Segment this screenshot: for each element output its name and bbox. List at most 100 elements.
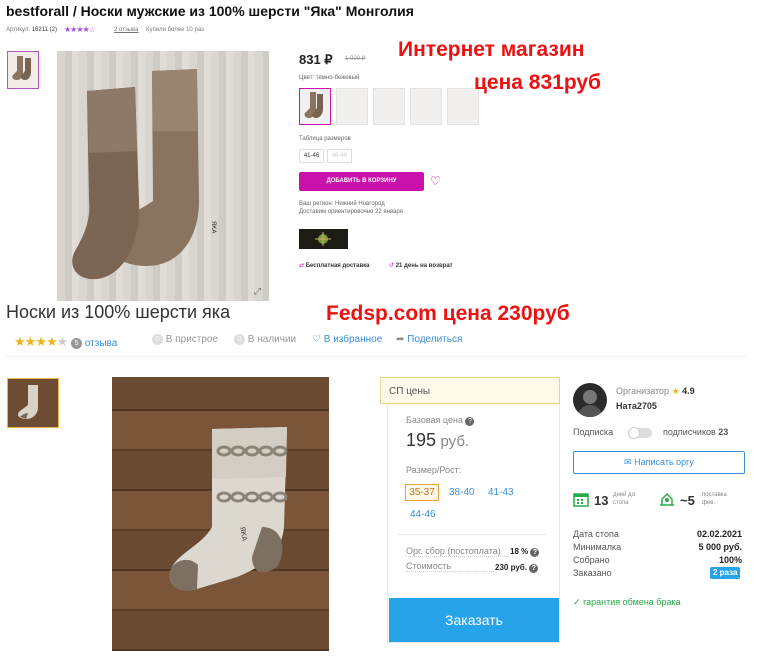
product-photo[interactable]: ЯКА ⤢: [57, 51, 269, 301]
gallery-thumbnail[interactable]: [7, 51, 39, 89]
guarantee-label: гарантия обмена брака: [583, 597, 681, 607]
delivery-caption: поставка фев.: [702, 491, 727, 507]
organizer-label: Организатор: [616, 386, 670, 396]
reviews-link[interactable]: 2 отзыва: [114, 27, 138, 33]
return-label: 21 день на возврат: [395, 263, 453, 269]
subscribers-label: подписчиков: [663, 427, 716, 437]
divider: [6, 356, 746, 357]
star-empty-icon: ★: [56, 334, 69, 349]
zoom-icon[interactable]: ⤢: [254, 286, 261, 297]
stat-label: Дата стопа: [573, 529, 619, 539]
info-icon[interactable]: ?: [530, 548, 540, 557]
org-fee-value: 18 %: [510, 547, 529, 556]
stock-label: В наличии: [247, 334, 297, 346]
size-label: Размер/Рост:: [406, 465, 462, 475]
info-icon[interactable]: ?: [529, 564, 539, 573]
cost-label: Стоимость: [406, 561, 494, 572]
fedsp-product-title: Носки из 100% шерсти яка: [6, 302, 231, 322]
subscribe-toggle[interactable]: [628, 427, 652, 439]
reviews-count-badge: 5: [71, 337, 83, 349]
favorites-label: В избранное: [323, 334, 383, 345]
color-swatch[interactable]: [336, 88, 368, 125]
stock-count-badge: 0: [234, 334, 245, 345]
return-info-row: ↺ 21 день на возврат: [389, 262, 453, 269]
wb-old-price: 1 000 ₽: [345, 56, 366, 62]
size-table-link[interactable]: Таблица размеров: [299, 136, 351, 142]
pristroy-label: В пристрое: [165, 334, 219, 346]
subscribers-row: подписчиков 23: [663, 427, 728, 437]
stat-label: Заказано: [573, 568, 612, 578]
write-organizer-button[interactable]: ✉ Написать оргу: [573, 451, 745, 474]
size-option[interactable]: 41-46: [299, 149, 324, 163]
color-swatch-selected[interactable]: [299, 88, 331, 125]
base-price-unit: руб.: [440, 433, 470, 450]
size-option-selected[interactable]: 35-37: [405, 484, 439, 501]
share-label: Поделиться: [407, 334, 463, 345]
delivery-line: Доставим ориентировочно 22 января: [299, 209, 403, 215]
pristroy-link[interactable]: 0 В пристрое: [152, 334, 218, 345]
days-to-stop-label2: стопа: [613, 500, 629, 506]
gallery-thumbnail[interactable]: [7, 378, 59, 428]
sp-prices-tag: СП цены: [380, 377, 560, 404]
annotation-shop-line2: цена 831руб: [474, 71, 602, 94]
base-price-row: 195 руб.: [406, 430, 469, 451]
days-to-stop-label1: дней до: [613, 492, 636, 498]
check-circle-icon: ✓: [573, 597, 581, 607]
subscribers-count: 23: [718, 427, 729, 437]
delivery-icon: [658, 491, 676, 507]
product-photo[interactable]: ЯКА: [112, 377, 329, 651]
color-swatch[interactable]: [373, 88, 405, 125]
color-swatch[interactable]: [410, 88, 442, 125]
delivery-label1: поставка: [702, 492, 727, 498]
article-row: Артикул: 16211 (2): [6, 27, 57, 33]
delivery-info-row: ⇄ Бесплатная доставка: [299, 262, 370, 269]
size-option[interactable]: 44-46: [410, 509, 436, 520]
base-price-label: Базовая цена: [406, 415, 463, 425]
stat-value: 100%: [718, 555, 742, 565]
ordered-count-badge: 2 раза: [710, 567, 741, 579]
star-icon: ★: [671, 386, 680, 396]
rating-row: ★★★★★ 5 отзыва: [14, 334, 117, 350]
info-icon[interactable]: ?: [465, 417, 475, 426]
return-icon: ↺: [389, 263, 395, 269]
article-value: 16211 (2): [31, 27, 57, 33]
guarantee-row: ✓ гарантия обмена брака: [573, 597, 681, 608]
share-link[interactable]: ➦ Поделиться: [396, 334, 462, 345]
brand-logo[interactable]: [299, 229, 348, 249]
heart-icon[interactable]: ♡: [430, 174, 441, 188]
size-option[interactable]: 38-40: [449, 487, 475, 498]
region-line: Ваш регион: Нижний Новгород: [299, 201, 385, 207]
truck-icon: ⇄: [299, 263, 305, 269]
organizer-row: Организатор ★ 4.9: [616, 386, 695, 397]
pristroy-count-badge: 0: [152, 334, 163, 345]
mail-icon: ✉: [624, 457, 632, 467]
article-label: Артикул:: [6, 27, 31, 33]
stat-value: 02.02.2021: [696, 529, 742, 539]
write-organizer-label: Написать оргу: [634, 457, 694, 467]
org-fee-row: 18 % ?: [510, 547, 540, 557]
reviews-link[interactable]: отзыва: [85, 338, 117, 349]
order-button[interactable]: Заказать: [389, 598, 559, 642]
stat-label: Минималка: [573, 542, 622, 552]
color-label: Цвет: темно-бежевый: [299, 75, 360, 81]
base-price-label-row: Базовая цена ?: [406, 415, 475, 426]
delivery-value: ~5: [680, 493, 695, 508]
stock-link[interactable]: 0 В наличии: [234, 334, 296, 345]
add-to-cart-button[interactable]: ДОБАВИТЬ В КОРЗИНУ: [299, 172, 424, 191]
rating-stars-icon: ★★★★☆: [64, 25, 96, 34]
cost-row: 230 руб. ?: [495, 563, 539, 573]
avatar[interactable]: [573, 383, 607, 417]
org-fee-label: Орг. сбор (постоплата): [406, 546, 509, 557]
rating-stars-icon: ★★★★: [14, 334, 58, 349]
subscribe-label: Подписка: [573, 427, 614, 437]
bought-count: Купили более 10 раз: [146, 27, 204, 33]
favorites-link[interactable]: ♡ В избранное: [312, 334, 382, 345]
wb-price: 831 ₽: [299, 52, 333, 67]
organizer-name[interactable]: Ната2705: [616, 401, 657, 411]
size-option[interactable]: 41-43: [488, 487, 514, 498]
divider: [398, 534, 546, 535]
share-icon: ➦: [396, 334, 405, 345]
days-to-stop-caption: дней до стопа: [613, 491, 635, 507]
product-title: bestforall / Носки мужские из 100% шерст…: [6, 3, 414, 19]
base-price-value: 195: [406, 430, 437, 450]
